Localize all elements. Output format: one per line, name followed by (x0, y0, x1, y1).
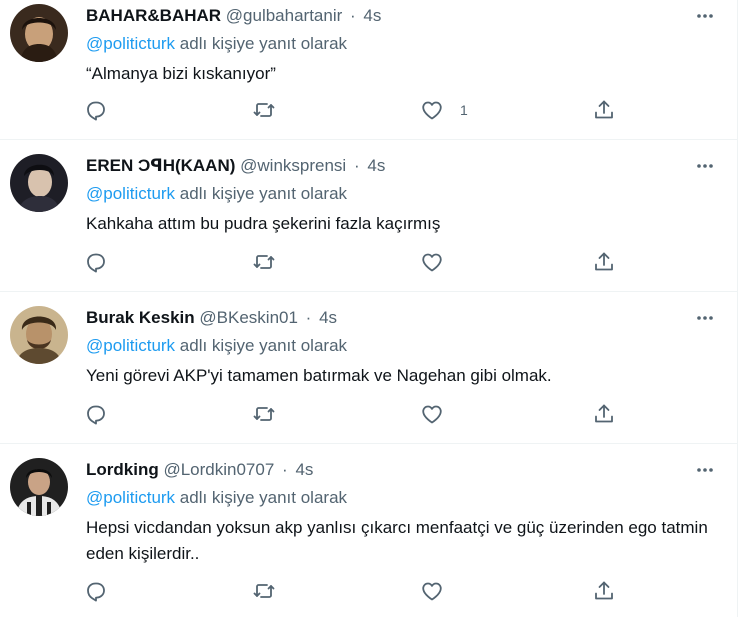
reply-suffix: adlı kişiye yanıt olarak (175, 488, 348, 507)
reply-suffix: adlı kişiye yanıt olarak (175, 34, 348, 53)
more-icon[interactable] (693, 458, 717, 482)
tweet[interactable]: Burak Keskin @BKeskin01 · 4s @politictur… (0, 292, 737, 444)
share-button[interactable] (592, 249, 616, 275)
reply-icon (84, 579, 108, 603)
more-icon[interactable] (693, 306, 717, 330)
retweet-button[interactable] (252, 401, 292, 427)
timestamp[interactable]: 4s (319, 308, 337, 327)
tweet-actions (84, 578, 624, 604)
retweet-icon (252, 250, 276, 274)
display-name[interactable]: Lordking (86, 460, 159, 479)
retweet-icon (252, 98, 276, 122)
tweet[interactable]: Lordking @Lordkin0707 · 4s @politicturk … (0, 444, 737, 617)
like-button[interactable]: 1 (420, 97, 468, 123)
reply-button[interactable] (84, 578, 124, 604)
reply-context: @politicturk adlı kişiye yanıt olarak (86, 32, 347, 56)
retweet-icon (252, 579, 276, 603)
tweet-actions (84, 249, 624, 275)
avatar[interactable] (10, 4, 68, 62)
tweet-actions (84, 401, 624, 427)
like-button[interactable] (420, 249, 460, 275)
tweet-header: Burak Keskin @BKeskin01 · 4s (86, 306, 337, 330)
reply-icon (84, 402, 108, 426)
display-name[interactable]: Burak Keskin (86, 308, 195, 327)
retweet-button[interactable] (252, 249, 292, 275)
reply-suffix: adlı kişiye yanıt olarak (175, 184, 348, 203)
reply-context: @politicturk adlı kişiye yanıt olarak (86, 182, 347, 206)
timestamp[interactable]: 4s (363, 6, 381, 25)
replies-feed: BAHAR&BAHAR @gulbahartanir · 4s @politic… (0, 0, 738, 617)
display-name[interactable]: EREN ϽꟼH(KAAN) (86, 156, 235, 175)
display-name[interactable]: BAHAR&BAHAR (86, 6, 221, 25)
avatar[interactable] (10, 458, 68, 516)
user-handle[interactable]: @gulbahartanir (226, 6, 343, 25)
separator-dot: · (282, 460, 288, 479)
reply-button[interactable] (84, 249, 124, 275)
like-icon (420, 402, 444, 426)
user-handle[interactable]: @winksprensi (240, 156, 346, 175)
retweet-button[interactable] (252, 97, 292, 123)
separator-dot: · (305, 308, 312, 327)
retweet-icon (252, 402, 276, 426)
reply-button[interactable] (84, 401, 124, 427)
share-icon (592, 98, 616, 122)
tweet-actions: 1 (84, 97, 624, 123)
share-icon (592, 250, 616, 274)
tweet-text: “Almanya bizi kıskanıyor” (86, 64, 276, 83)
like-button[interactable] (420, 401, 460, 427)
like-icon (420, 250, 444, 274)
tweet-header: Lordking @Lordkin0707 · 4s (86, 458, 313, 482)
user-handle[interactable]: @BKeskin01 (199, 308, 298, 327)
like-icon (420, 579, 444, 603)
tweet-text: Kahkaha attım bu pudra şekerini fazla ka… (86, 214, 441, 233)
user-handle[interactable]: @Lordkin0707 (163, 460, 274, 479)
reply-suffix: adlı kişiye yanıt olarak (175, 336, 348, 355)
more-icon[interactable] (693, 4, 717, 28)
mention-link[interactable]: @politicturk (86, 34, 175, 53)
avatar[interactable] (10, 306, 68, 364)
tweet[interactable]: EREN ϽꟼH(KAAN) @winksprensi · 4s @politi… (0, 140, 737, 292)
tweet-text: Hepsi vicdandan yoksun akp yanlısı çıkar… (86, 518, 708, 563)
separator-dot: · (350, 6, 356, 25)
reply-button[interactable] (84, 97, 124, 123)
mention-link[interactable]: @politicturk (86, 336, 175, 355)
share-icon (592, 402, 616, 426)
reply-context: @politicturk adlı kişiye yanıt olarak (86, 486, 347, 510)
share-button[interactable] (592, 97, 616, 123)
retweet-button[interactable] (252, 578, 292, 604)
tweet[interactable]: BAHAR&BAHAR @gulbahartanir · 4s @politic… (0, 0, 737, 140)
mention-link[interactable]: @politicturk (86, 184, 175, 203)
share-button[interactable] (592, 578, 616, 604)
share-icon (592, 579, 616, 603)
like-count: 1 (460, 102, 468, 118)
reply-icon (84, 250, 108, 274)
tweet-header: BAHAR&BAHAR @gulbahartanir · 4s (86, 4, 381, 28)
timestamp[interactable]: 4s (367, 156, 385, 175)
share-button[interactable] (592, 401, 616, 427)
like-icon (420, 98, 444, 122)
separator-dot: · (353, 156, 360, 175)
reply-icon (84, 98, 108, 122)
tweet-header: EREN ϽꟼH(KAAN) @winksprensi · 4s (86, 154, 385, 178)
like-button[interactable] (420, 578, 460, 604)
tweet-text: Yeni görevi AKP'yi tamamen batırmak ve N… (86, 366, 552, 385)
avatar[interactable] (10, 154, 68, 212)
more-icon[interactable] (693, 154, 717, 178)
reply-context: @politicturk adlı kişiye yanıt olarak (86, 334, 347, 358)
timestamp[interactable]: 4s (295, 460, 313, 479)
mention-link[interactable]: @politicturk (86, 488, 175, 507)
